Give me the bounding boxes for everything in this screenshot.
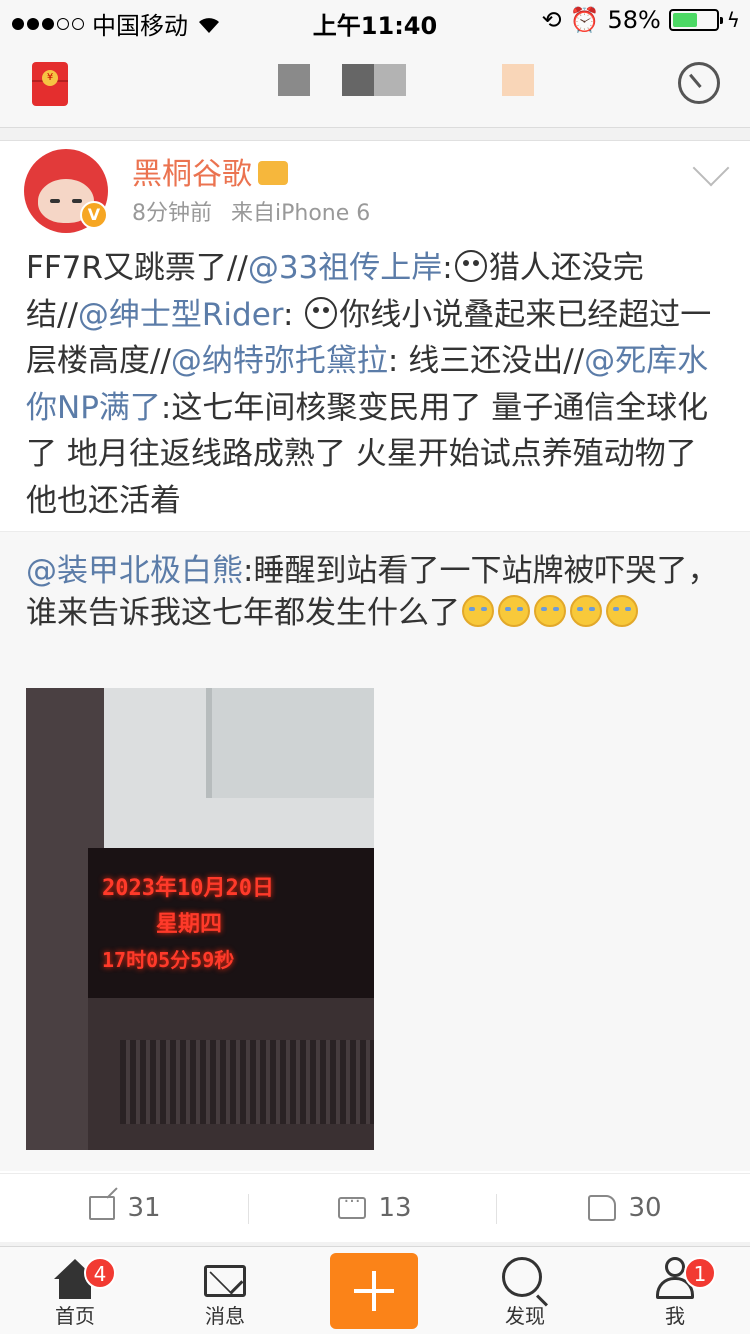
tab-me-label: 我 [665, 1304, 685, 1328]
home-badge: 4 [84, 1257, 116, 1289]
post-text-segment: : [442, 250, 453, 286]
me-badge: 1 [684, 1257, 716, 1289]
compose-button[interactable] [330, 1253, 418, 1329]
mail-icon [204, 1265, 246, 1297]
tab-discover[interactable]: 发现 [450, 1247, 600, 1334]
alarm-icon: ⏰ [569, 6, 600, 34]
tab-messages-label: 消息 [205, 1304, 245, 1328]
comment-count: 13 [378, 1193, 412, 1223]
laugh-cry-emoji-icon [462, 595, 494, 627]
led-date: 2023年10月20日 [102, 876, 274, 901]
repost-count: 31 [127, 1193, 161, 1223]
post-meta: 8分钟前 来自iPhone 6 [132, 195, 382, 227]
led-weekday: 星期四 [156, 912, 223, 937]
rotation-lock-icon: ⟲ [541, 6, 562, 34]
username[interactable]: 黑桐谷歌 [132, 149, 288, 193]
mention-link[interactable]: @绅士型Rider [78, 297, 283, 333]
radar-icon[interactable] [678, 62, 720, 104]
verified-badge-icon: V [80, 201, 108, 229]
battery-percent: 58% [607, 6, 661, 34]
like-count: 30 [628, 1193, 662, 1223]
nav-item-3[interactable] [374, 64, 406, 96]
repost-button[interactable]: 31 [0, 1174, 250, 1242]
nav-item-1[interactable] [278, 64, 310, 96]
tab-discover-label: 发现 [505, 1304, 545, 1328]
laugh-cry-emoji-icon [534, 595, 566, 627]
status-bar: 中国移动 上午11:40 ⟲ ⏰ 58% ϟ [0, 0, 750, 40]
nav-item-4[interactable] [502, 64, 534, 96]
chevron-down-icon[interactable] [692, 149, 730, 187]
laugh-cry-emoji-icon [606, 595, 638, 627]
tab-home-label: 首页 [55, 1304, 95, 1328]
panda-emoji-icon [454, 250, 487, 282]
panda-emoji-icon [305, 296, 338, 329]
post-text-segment: : 线三还没出// [387, 343, 585, 379]
post-time: 8分钟前 [132, 201, 212, 226]
mention-link[interactable]: @33祖传上岸 [248, 250, 442, 286]
post-text-segment: FF7R又跳票了// [26, 250, 248, 286]
post-text: FF7R又跳票了//@33祖传上岸: 猎人还没完结//@绅士型Rider: 你线小… [26, 245, 726, 524]
search-icon [502, 1257, 542, 1297]
crown-icon [258, 160, 288, 185]
tab-me[interactable]: 1 我 [600, 1247, 750, 1334]
charging-icon: ϟ [726, 8, 740, 32]
weibo-card: V 黑桐谷歌 8分钟前 来自iPhone 6 FF7R又跳票了//@33祖传上岸… [0, 140, 750, 1242]
laugh-cry-emoji-icon [498, 595, 530, 627]
mention-link[interactable]: @纳特弥托黛拉 [171, 343, 388, 379]
post-text-segment: : [283, 296, 304, 333]
tab-bar: 4 首页 消息 发现 1 我 [0, 1246, 750, 1334]
led-clock: 17时05分59秒 [102, 948, 235, 972]
battery-icon [668, 9, 723, 31]
laugh-cry-emoji-icon [570, 595, 602, 627]
thumbs-up-icon [588, 1195, 617, 1221]
nav-item-2[interactable] [342, 64, 374, 96]
red-packet-icon[interactable]: ¥ [32, 62, 68, 106]
repost-photo[interactable]: 2023年10月20日 星期四 17时05分59秒 [26, 688, 374, 1150]
top-nav: ¥ [0, 40, 750, 128]
comment-icon [338, 1191, 367, 1219]
tab-messages[interactable]: 消息 [150, 1247, 300, 1334]
like-button[interactable]: 30 [500, 1174, 750, 1242]
repost-block[interactable]: @装甲北极白熊:睡醒到站看了一下站牌被吓哭了，谁来告诉我这七年都发生什么了 20… [0, 531, 750, 1171]
repost-author-link[interactable]: @装甲北极白熊 [26, 553, 243, 589]
action-bar: 31 13 30 [0, 1173, 750, 1241]
repost-icon [89, 1196, 116, 1220]
post-source: 来自iPhone 6 [231, 201, 371, 226]
comment-button[interactable]: 13 [250, 1174, 500, 1242]
tab-home[interactable]: 4 首页 [0, 1247, 150, 1334]
repost-text: @装甲北极白熊:睡醒到站看了一下站牌被吓哭了，谁来告诉我这七年都发生什么了 [26, 550, 726, 634]
